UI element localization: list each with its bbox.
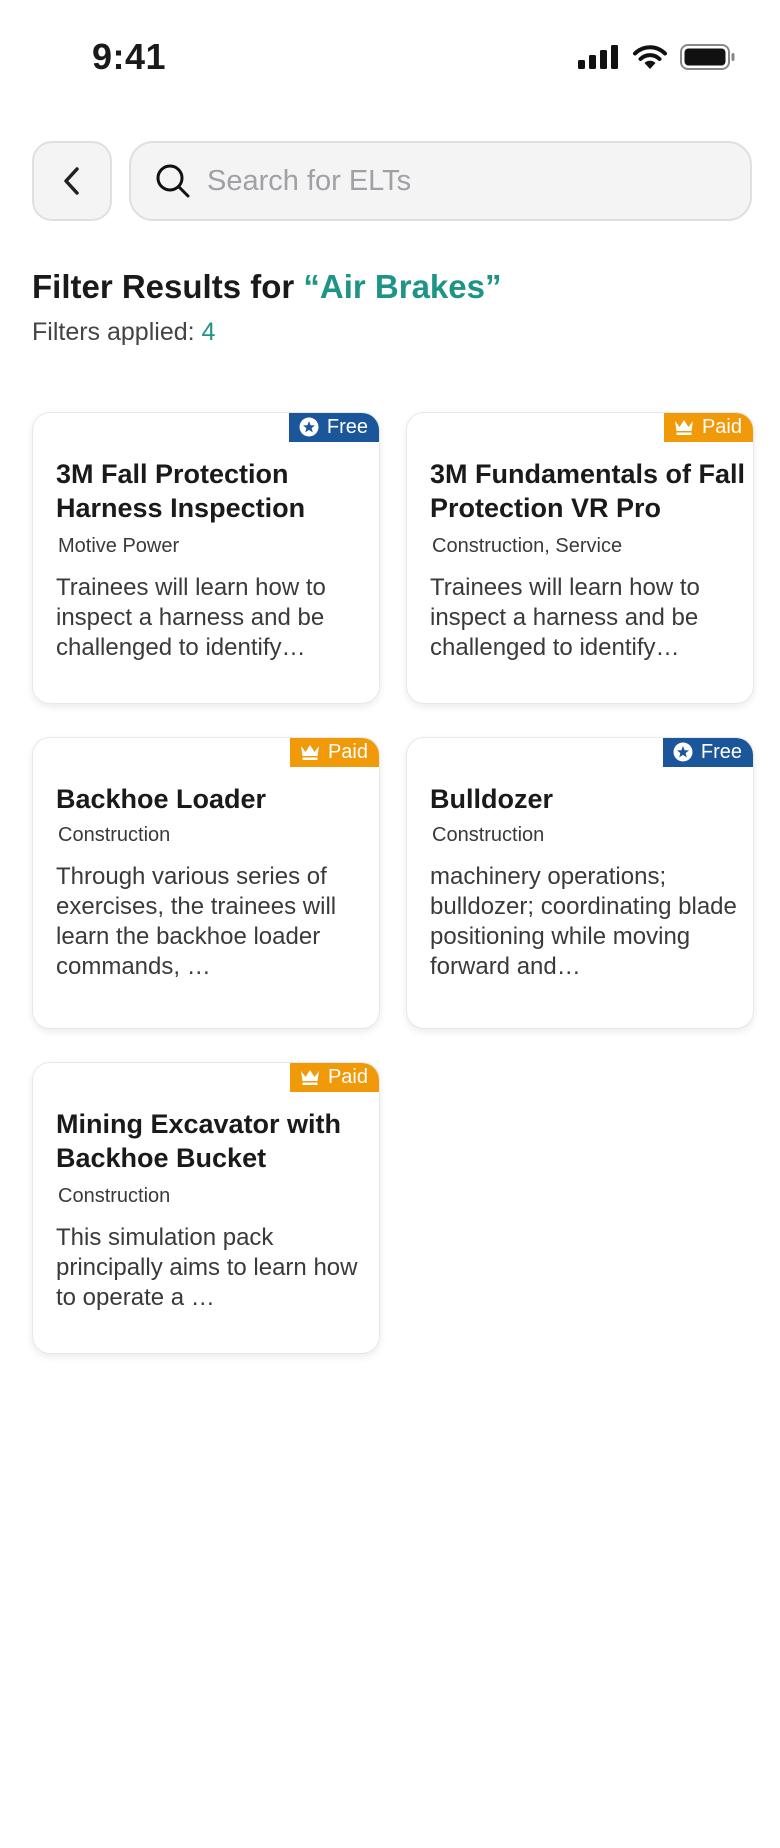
card-description: Trainees will learn how to inspect a har…: [430, 574, 700, 661]
card-category: Construction: [432, 824, 545, 846]
page-title: Filter Results for “Air Brakes”: [32, 268, 502, 306]
free-badge: Free: [662, 738, 753, 767]
elt-card[interactable]: Free Bulldozer Construction machinery op…: [406, 737, 754, 1029]
status-time: 9:41: [92, 36, 167, 77]
crown-icon: [674, 420, 693, 435]
heading-prefix: Filter Results for: [32, 268, 304, 305]
badge-label: Free: [700, 740, 742, 763]
search-input[interactable]: [207, 164, 727, 198]
card-title: Bulldozer: [430, 784, 554, 814]
card-title: Backhoe Loader: [56, 784, 267, 814]
card-title: Mining Excavator with Backhoe Bucket: [56, 1109, 342, 1173]
free-badge: Free: [288, 413, 379, 442]
battery-icon: [680, 44, 735, 70]
filters-label: Filters applied:: [32, 318, 202, 346]
chevron-left-icon: [64, 167, 79, 195]
heading-query: “Air Brakes”: [303, 268, 502, 305]
card-description: This simulation pack principally aims to…: [56, 1224, 358, 1311]
elt-card[interactable]: Paid 3M Fundamentals of Fall Protection …: [406, 412, 754, 704]
card-description: Trainees will learn how to inspect a har…: [56, 574, 326, 661]
search-bar[interactable]: [129, 141, 752, 221]
card-category: Construction, Service: [432, 535, 623, 557]
crown-icon: [300, 1070, 319, 1085]
badge-label: Paid: [327, 1065, 368, 1088]
elt-card[interactable]: Paid Mining Excavator with Backhoe Bucke…: [32, 1062, 380, 1354]
card-description: machinery operations; bulldozer; coordin…: [430, 863, 737, 980]
paid-badge: Paid: [289, 738, 379, 767]
badge-label: Free: [326, 415, 368, 438]
star-circle-icon: [299, 417, 319, 437]
search-icon: [156, 164, 190, 198]
card-description: Through various series of exercises, the…: [56, 863, 337, 980]
signal-icon: [578, 45, 618, 69]
elt-card[interactable]: Free 3M Fall Protection Harness Inspecti…: [32, 412, 380, 704]
status-bar: 9:41: [0, 0, 780, 120]
card-title: 3M Fall Protection Harness Inspection: [56, 459, 306, 523]
paid-badge: Paid: [663, 413, 753, 442]
card-category: Construction: [58, 824, 171, 846]
badge-label: Paid: [701, 415, 742, 438]
card-category: Motive Power: [58, 535, 180, 557]
card-category: Construction: [58, 1185, 171, 1207]
filters-count: 4: [201, 318, 216, 346]
status-icons: [578, 44, 736, 70]
star-circle-icon: [673, 742, 693, 762]
back-button[interactable]: [32, 141, 112, 221]
paid-badge: Paid: [289, 1063, 379, 1092]
filters-applied: Filters applied: 4: [32, 318, 215, 347]
card-title: 3M Fundamentals of Fall Protection VR Pr…: [430, 459, 746, 523]
badge-label: Paid: [327, 740, 368, 763]
crown-icon: [300, 745, 319, 760]
search-row: [32, 141, 752, 221]
wifi-icon: [633, 45, 667, 69]
elt-card[interactable]: Paid Backhoe Loader Construction Through…: [32, 737, 380, 1029]
